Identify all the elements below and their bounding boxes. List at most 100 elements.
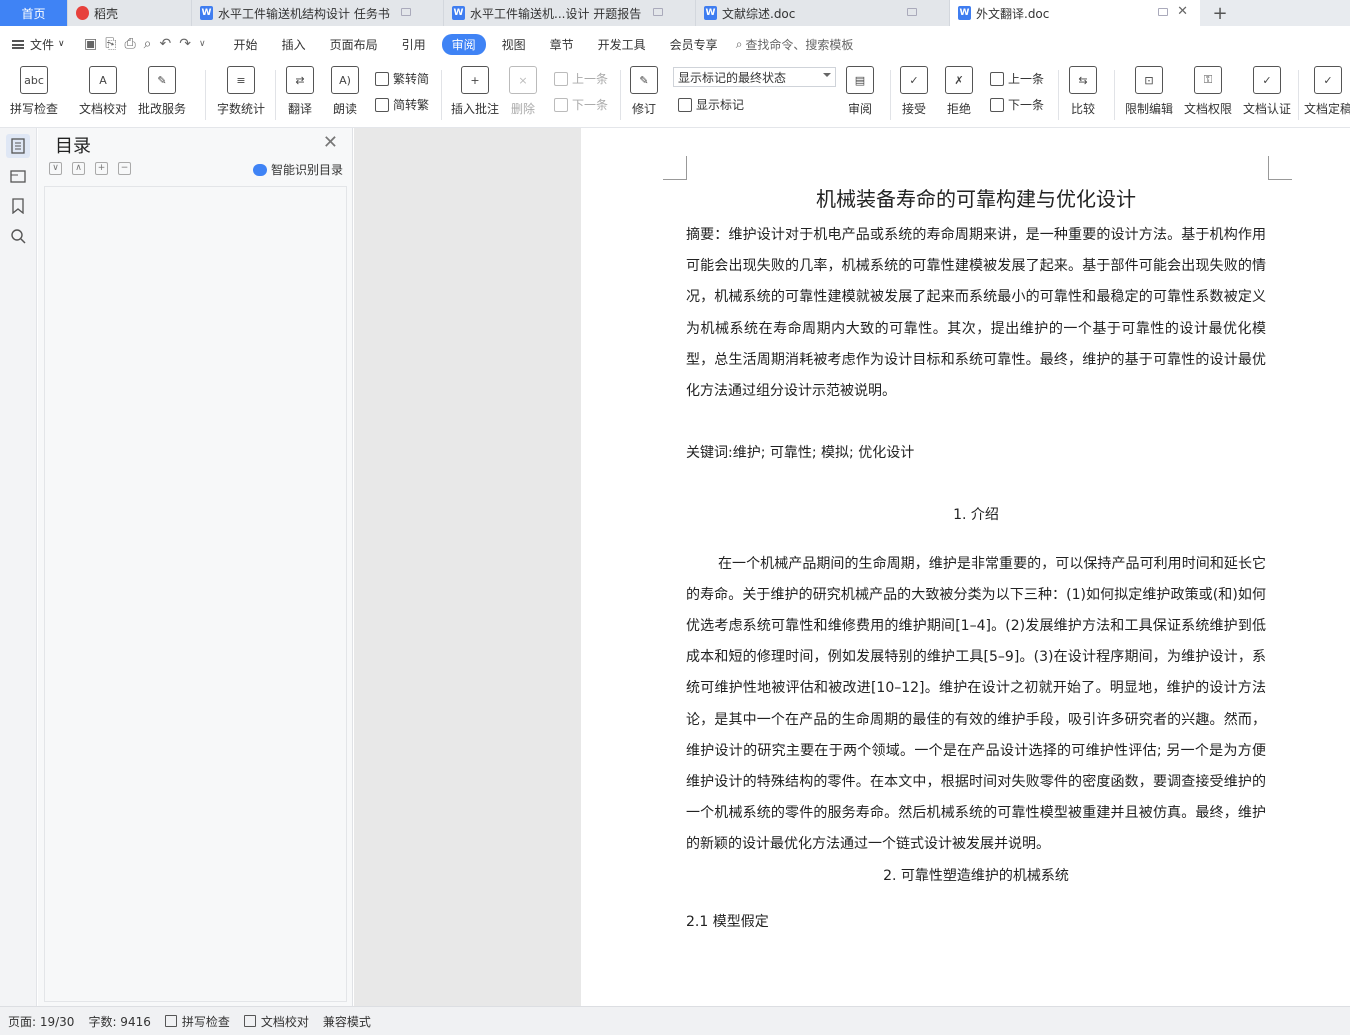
select-value: 显示标记的最终状态: [678, 71, 787, 85]
document-background: [354, 128, 581, 1006]
restrict-edit-button[interactable]: ⊡ 限制编辑: [1125, 66, 1173, 117]
simp-to-trad-button[interactable]: 简转繁: [375, 96, 429, 113]
margin-corner-mark: [663, 156, 687, 180]
word-doc-icon: W: [452, 6, 465, 20]
revise-icon: ✎: [148, 66, 176, 94]
next-change-button[interactable]: 下一条: [990, 96, 1044, 113]
insert-comment-button[interactable]: + 插入批注: [451, 66, 499, 117]
doc-proof-button[interactable]: A 文档校对: [79, 66, 127, 117]
button-label: 上一条: [1008, 72, 1045, 86]
button-label: 繁转简: [393, 72, 430, 86]
menu-reference[interactable]: 引用: [390, 36, 438, 53]
button-label: 删除: [510, 102, 535, 116]
tab-doc-task[interactable]: W 水平工件输送机结构设计 任务书: [192, 0, 444, 26]
document-page[interactable]: 机械装备寿命的可靠构建与优化设计 摘要：维护设计对于机电产品或系统的寿命周期来讲…: [581, 128, 1350, 1006]
revise-service-button[interactable]: ✎ 批改服务: [138, 66, 186, 117]
new-tab-button[interactable]: +: [1200, 0, 1240, 26]
accept-button[interactable]: ✓ 接受: [900, 66, 928, 117]
review-pane-button[interactable]: ▤ 审阅: [846, 66, 874, 117]
next-comment-button[interactable]: 下一条: [554, 96, 608, 113]
save-icon[interactable]: ▣: [84, 36, 97, 52]
menu-member[interactable]: 会员专享: [658, 36, 730, 53]
word-count-button[interactable]: ≡ 字数统计: [217, 66, 265, 117]
menu-view[interactable]: 视图: [490, 36, 538, 53]
menu-layout[interactable]: 页面布局: [318, 36, 390, 53]
tab-doc-translation[interactable]: W 外文翻译.doc ✕: [950, 0, 1200, 26]
prev-comment-button[interactable]: 上一条: [554, 70, 608, 87]
toc-pane-icon[interactable]: [6, 134, 30, 158]
tab-home[interactable]: 首页: [0, 0, 68, 26]
doc-permission-button[interactable]: ⚿ 文档权限: [1184, 66, 1232, 117]
word-count-indicator[interactable]: 字数: 9416: [88, 1013, 150, 1030]
button-label: 限制编辑: [1125, 102, 1174, 116]
show-markup-button[interactable]: 显示标记: [678, 96, 744, 113]
markup-state-select[interactable]: 显示标记的最终状态: [673, 67, 836, 87]
preview-icon[interactable]: ⌕: [144, 36, 152, 52]
close-icon[interactable]: ✕: [1177, 4, 1188, 19]
tab-label: 首页: [21, 6, 46, 21]
search-icon: ⌕: [735, 36, 743, 51]
undo-icon[interactable]: ↶: [159, 36, 171, 52]
trad-to-simp-button[interactable]: 繁转简: [375, 70, 429, 87]
menu-review[interactable]: 审阅: [441, 33, 486, 55]
bookmark-icon[interactable]: [6, 194, 30, 218]
close-icon[interactable]: ✕: [323, 132, 338, 153]
document-content[interactable]: 机械装备寿命的可靠构建与优化设计 摘要：维护设计对于机电产品或系统的寿命周期来讲…: [686, 184, 1266, 938]
tab-doc-report[interactable]: W 水平工件输送机...设计 开题报告: [444, 0, 696, 26]
prev-change-button[interactable]: 上一条: [990, 70, 1044, 87]
button-label: 修订: [631, 102, 656, 116]
chevron-down-icon[interactable]: ∨: [199, 39, 206, 49]
read-aloud-button[interactable]: A) 朗读: [331, 66, 359, 117]
menu-start[interactable]: 开始: [222, 36, 270, 53]
doc-finalize-button[interactable]: ✓ 文档定稿: [1304, 66, 1350, 117]
export-icon[interactable]: ⎘: [105, 36, 116, 52]
translate-button[interactable]: ⇄ 翻译: [286, 66, 314, 117]
divider: [205, 70, 206, 120]
redo-icon[interactable]: ↷: [179, 36, 191, 52]
toc-title: 目录: [55, 136, 91, 157]
tab-docer[interactable]: 稻壳: [68, 0, 192, 26]
divider: [441, 70, 442, 120]
spell-check-button[interactable]: abc 拼写检查: [10, 66, 58, 117]
accept-icon: ✓: [900, 66, 928, 94]
expand-icon[interactable]: ∨: [49, 162, 62, 175]
show-markup-icon: [678, 97, 692, 112]
divider: [275, 70, 276, 120]
button-label: 上一条: [572, 72, 609, 86]
toggle-label: 拼写检查: [181, 1014, 230, 1029]
smart-toc-label: 智能识别目录: [270, 163, 343, 177]
navigation-icon[interactable]: [6, 164, 30, 188]
delete-comment-button[interactable]: × 删除: [509, 66, 537, 117]
reject-button[interactable]: ✗ 拒绝: [945, 66, 973, 117]
translate-icon: ⇄: [286, 66, 314, 94]
menu-chapter[interactable]: 章节: [538, 36, 586, 53]
remove-icon[interactable]: −: [118, 162, 131, 175]
divider: [1114, 70, 1115, 120]
search-icon[interactable]: [6, 224, 30, 248]
margin-corner-mark: [1268, 156, 1292, 180]
smart-toc-button[interactable]: 智能识别目录: [252, 161, 343, 178]
page-indicator[interactable]: 页面: 19/30: [8, 1013, 74, 1030]
menu-developer[interactable]: 开发工具: [586, 36, 658, 53]
simp-trad-icon: [375, 97, 389, 112]
spell-check-toggle[interactable]: 拼写检查: [164, 1013, 230, 1030]
file-menu[interactable]: 文件 ∨: [0, 36, 84, 53]
comment-icon: +: [461, 66, 489, 94]
menu-insert[interactable]: 插入: [270, 36, 318, 53]
print-icon[interactable]: ⎙: [124, 36, 135, 52]
hamburger-icon: [12, 39, 24, 49]
compare-button[interactable]: ⇆ 比较: [1069, 66, 1097, 117]
tab-doc-review[interactable]: W 文献综述.doc: [696, 0, 950, 26]
body-paragraph: 在一个机械产品期间的生命周期，维护是非常重要的，可以保持产品可利用时间和延长它的…: [686, 555, 1266, 853]
track-changes-button[interactable]: ✎ 修订: [630, 66, 658, 117]
button-label: 插入批注: [451, 102, 500, 116]
command-search[interactable]: ⌕ 查找命令、搜索模板: [736, 36, 854, 53]
trad-simp-icon: [375, 71, 389, 86]
add-icon[interactable]: +: [95, 162, 108, 175]
collapse-icon[interactable]: ∧: [72, 162, 85, 175]
doc-certify-button[interactable]: ✓ 文档认证: [1243, 66, 1291, 117]
monitor-icon[interactable]: [1158, 8, 1168, 16]
delete-comment-icon: ×: [509, 66, 537, 94]
doc-proof-toggle[interactable]: 文档校对: [243, 1013, 309, 1030]
button-label: 文档定稿: [1304, 102, 1350, 116]
